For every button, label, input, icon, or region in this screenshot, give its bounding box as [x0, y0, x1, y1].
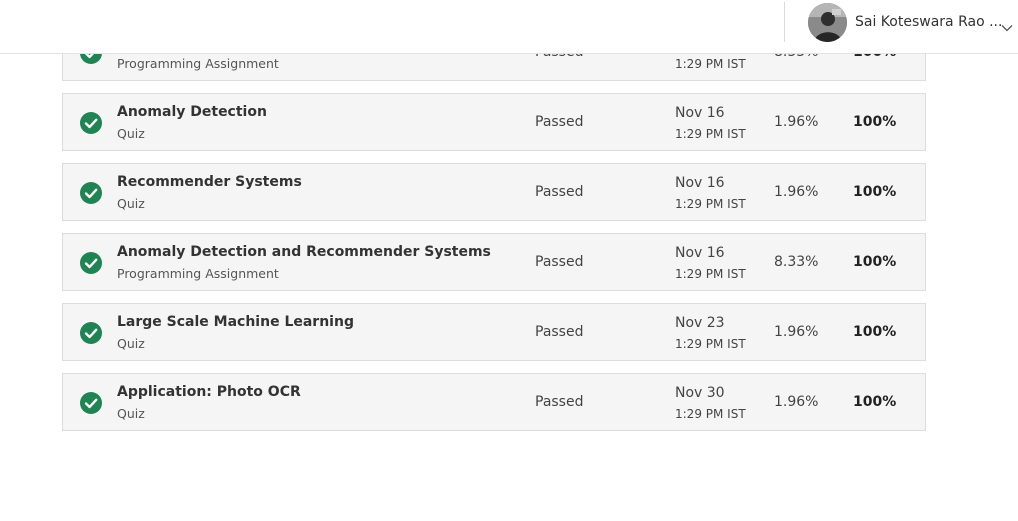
status-text: Passed	[535, 324, 584, 340]
user-avatar	[808, 3, 847, 42]
assignment-type: Quiz	[117, 196, 145, 211]
due-date: Nov 16	[675, 245, 725, 261]
check-circle-icon	[80, 252, 102, 274]
status-text: Passed	[535, 184, 584, 200]
weight-value: 1.96%	[774, 324, 819, 340]
assignment-type: Programming Assignment	[117, 56, 279, 71]
assignment-type: Programming Assignment	[117, 266, 279, 281]
due-date: Nov 30	[675, 385, 725, 401]
user-menu-button[interactable]: Sai Koteswara Rao ...	[808, 3, 1018, 43]
check-circle-icon	[80, 112, 102, 134]
due-date: Nov 23	[675, 315, 725, 331]
top-header: Sai Koteswara Rao ...	[0, 0, 1018, 54]
status-text: Passed	[535, 114, 584, 130]
status-text: Passed	[535, 394, 584, 410]
due-time: 1:29 PM IST	[675, 57, 746, 71]
assignment-title[interactable]: Large Scale Machine Learning	[117, 314, 354, 330]
grades-page: Programming Assignment Passed 1:29 PM IS…	[0, 0, 1018, 521]
due-time: 1:29 PM IST	[675, 267, 746, 281]
due-time: 1:29 PM IST	[675, 337, 746, 351]
assignment-type: Quiz	[117, 406, 145, 421]
table-row[interactable]: Anomaly Detection and Recommender System…	[62, 233, 926, 291]
grade-value: 100%	[853, 184, 897, 200]
grade-value: 100%	[853, 114, 897, 130]
due-time: 1:29 PM IST	[675, 407, 746, 421]
status-text: Passed	[535, 254, 584, 270]
assignment-title[interactable]: Anomaly Detection	[117, 104, 267, 120]
weight-value: 1.96%	[774, 184, 819, 200]
user-name: Sai Koteswara Rao ...	[855, 14, 1003, 30]
check-circle-icon	[80, 392, 102, 414]
due-time: 1:29 PM IST	[675, 197, 746, 211]
due-date: Nov 16	[675, 105, 725, 121]
assignment-title[interactable]: Anomaly Detection and Recommender System…	[117, 244, 491, 260]
check-circle-icon	[80, 182, 102, 204]
chevron-down-icon[interactable]	[1001, 17, 1013, 36]
assignment-type: Quiz	[117, 336, 145, 351]
grade-value: 100%	[853, 254, 897, 270]
table-row[interactable]: Recommender Systems Quiz Passed Nov 16 1…	[62, 163, 926, 221]
assignment-title[interactable]: Application: Photo OCR	[117, 384, 301, 400]
weight-value: 8.33%	[774, 254, 819, 270]
table-row[interactable]: Anomaly Detection Quiz Passed Nov 16 1:2…	[62, 93, 926, 151]
assignments-table: Programming Assignment Passed 1:29 PM IS…	[62, 23, 926, 443]
check-circle-icon	[80, 322, 102, 344]
assignment-title[interactable]: Recommender Systems	[117, 174, 302, 190]
table-row[interactable]: Application: Photo OCR Quiz Passed Nov 3…	[62, 373, 926, 431]
grade-value: 100%	[853, 324, 897, 340]
due-date: Nov 16	[675, 175, 725, 191]
weight-value: 1.96%	[774, 394, 819, 410]
due-time: 1:29 PM IST	[675, 127, 746, 141]
assignment-type: Quiz	[117, 126, 145, 141]
header-divider	[784, 2, 785, 42]
weight-value: 1.96%	[774, 114, 819, 130]
table-row[interactable]: Large Scale Machine Learning Quiz Passed…	[62, 303, 926, 361]
grade-value: 100%	[853, 394, 897, 410]
